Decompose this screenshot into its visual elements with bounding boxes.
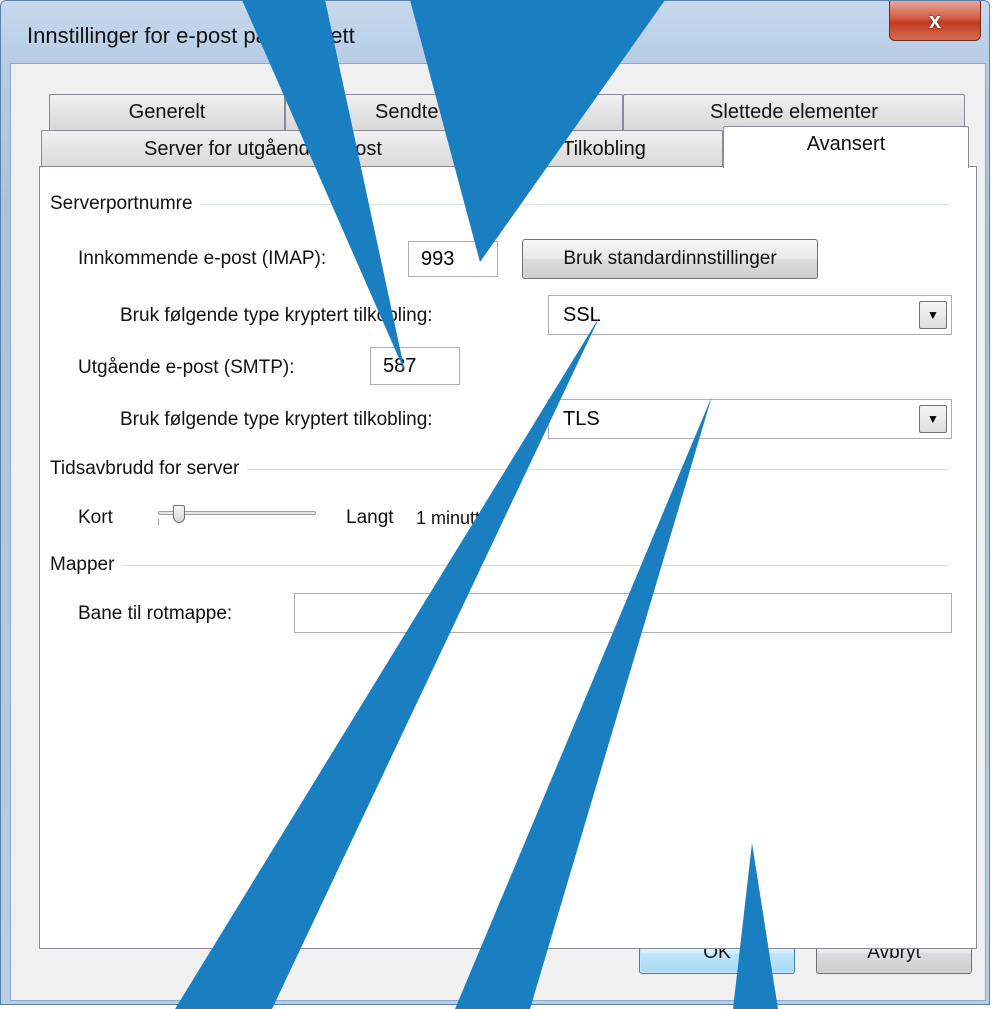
tab-generelt[interactable]: Generelt: [49, 94, 285, 130]
tab-panel-avansert: Serverportnumre Innkommende e-post (IMAP…: [39, 166, 977, 949]
outgoing-encryption-label: Bruk følgende type kryptert tilkobling:: [120, 409, 433, 430]
slider-thumb[interactable]: [172, 505, 185, 523]
root-folder-input[interactable]: [294, 593, 952, 633]
timeout-slider[interactable]: [158, 505, 316, 529]
incoming-encryption-select[interactable]: SSL ▼: [548, 295, 952, 335]
chevron-down-icon[interactable]: ▼: [919, 405, 947, 433]
group-divider: [50, 565, 948, 566]
group-label-mapper: Mapper: [50, 554, 123, 576]
dialog-window: Innstillinger for e-post på Internett x …: [0, 0, 990, 1005]
close-button[interactable]: x: [889, 1, 981, 41]
close-icon: x: [928, 7, 942, 33]
tab-server-for-utgaende-e-post[interactable]: Server for utgående e-post: [41, 130, 485, 168]
timeout-value-text: 1 minutt: [416, 508, 481, 528]
incoming-encryption-label: Bruk følgende type kryptert tilkobling:: [120, 305, 433, 326]
outgoing-encryption-select[interactable]: TLS ▼: [548, 399, 952, 439]
timeout-short-label: Kort: [78, 507, 113, 528]
incoming-port-input[interactable]: 993: [408, 241, 498, 277]
dialog-title: Innstillinger for e-post på Internett: [27, 23, 355, 48]
timeout-long-label: Langt: [346, 507, 394, 528]
tab-slettede-elementer[interactable]: Slettede elementer: [623, 94, 965, 130]
slider-tick: [158, 519, 159, 525]
outgoing-port-input[interactable]: 587: [370, 347, 460, 385]
dialog-client-area: Generelt Sendte elementer Slettede eleme…: [10, 63, 986, 1001]
incoming-port-label: Innkommende e-post (IMAP):: [78, 248, 327, 269]
group-label-serverportnumre: Serverportnumre: [50, 193, 201, 215]
root-folder-label: Bane til rotmappe:: [78, 603, 233, 624]
tab-avansert[interactable]: Avansert: [723, 126, 969, 168]
tab-tilkobling[interactable]: Tilkobling: [485, 130, 723, 168]
group-label-tidsavbrudd: Tidsavbrudd for server: [50, 458, 248, 480]
chevron-down-icon[interactable]: ▼: [919, 301, 947, 329]
tab-sendte-elementer[interactable]: Sendte elementer: [285, 94, 623, 130]
outgoing-port-label: Utgående e-post (SMTP):: [78, 357, 295, 378]
use-defaults-button[interactable]: Bruk standardinnstillinger: [522, 239, 818, 279]
